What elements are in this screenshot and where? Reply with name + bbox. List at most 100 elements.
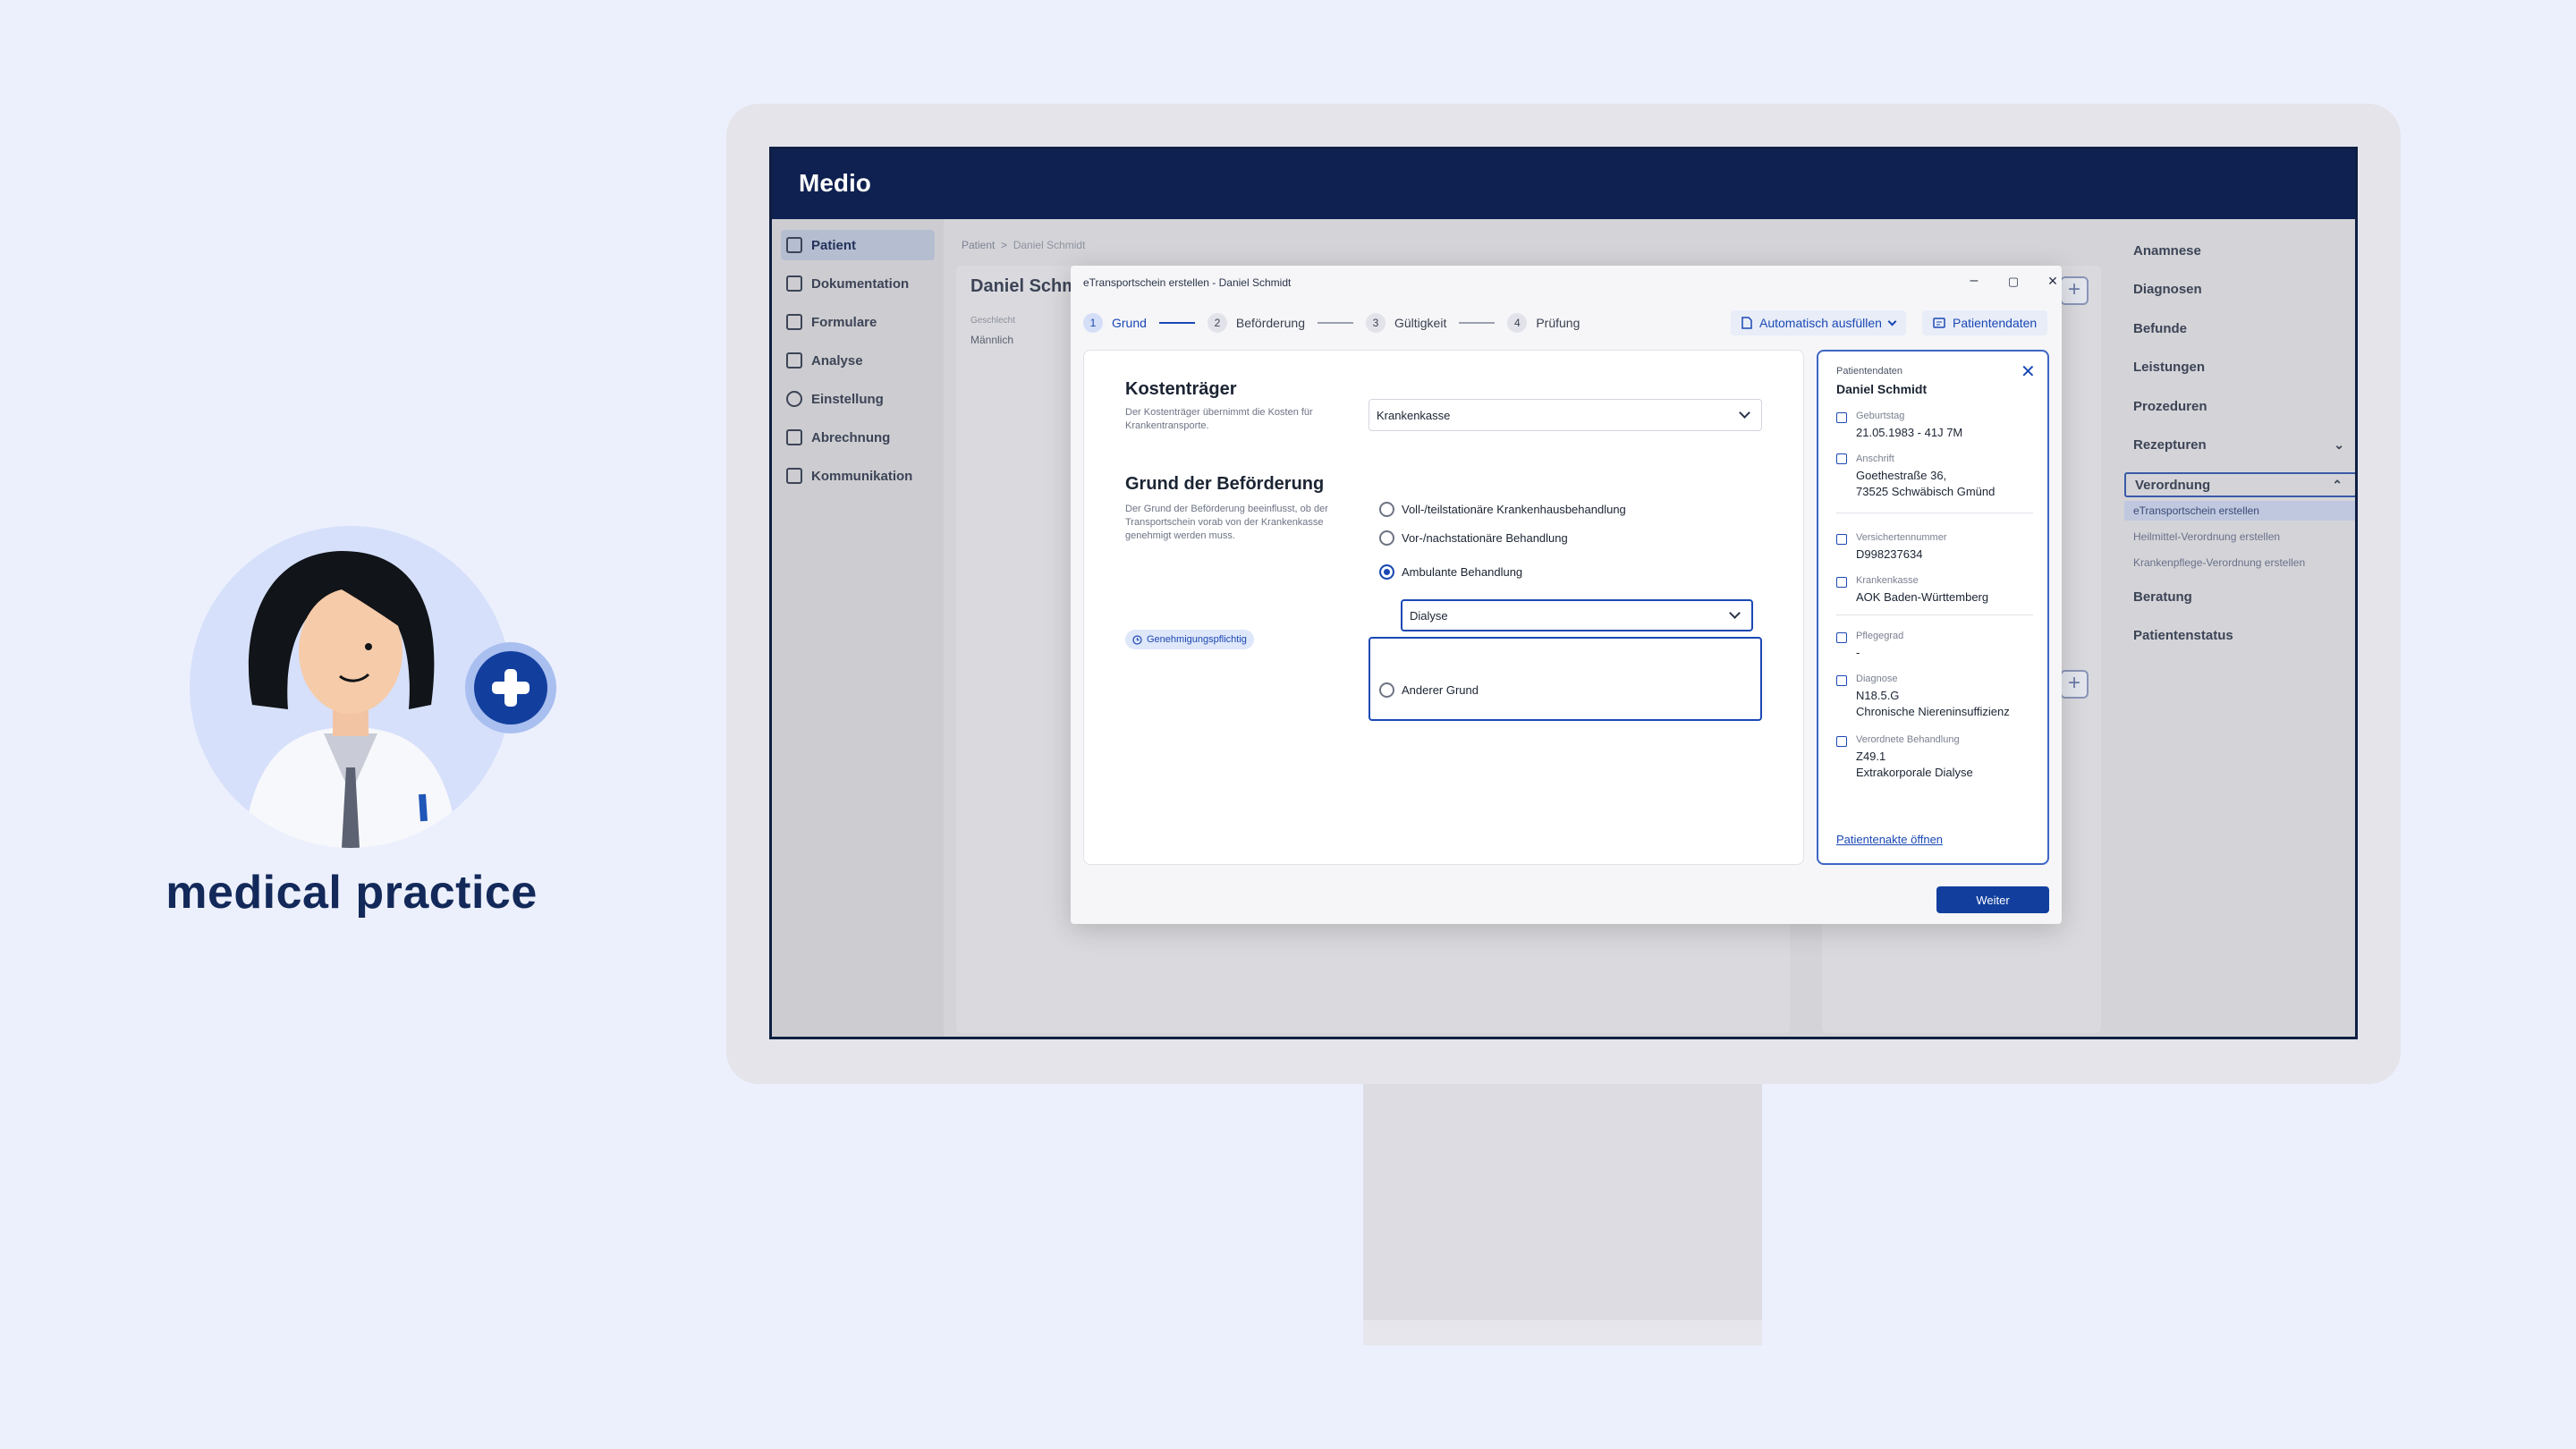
right-nav-leistungen[interactable]: Leistungen	[2124, 356, 2355, 379]
step-befoerderung[interactable]: 2 Beförderung	[1207, 313, 1305, 333]
add-icon[interactable]: +	[2060, 670, 2089, 699]
radio-voll-teilstationaer[interactable]: Voll-/teilstationäre Krankenhausbehandlu…	[1379, 499, 1626, 519]
address-street: Goethestraße 36,	[1856, 469, 1947, 482]
divider	[1836, 614, 2033, 615]
minimize-icon[interactable]: –	[1965, 273, 1983, 289]
monitor-stand	[1363, 1084, 1762, 1320]
maximize-icon[interactable]: ▢	[2004, 275, 2022, 289]
stethoscope-icon	[1836, 675, 1847, 686]
form-panel: Kostenträger Der Kostenträger übernimmt …	[1083, 350, 1804, 865]
birthday-value: 21.05.1983 - 41J 7M	[1856, 426, 1963, 439]
home-icon	[1836, 453, 1847, 464]
sidebar-item-formulare[interactable]: Formulare	[781, 307, 935, 337]
right-nav-sub-etransportschein[interactable]: eTransportschein erstellen	[2124, 501, 2355, 521]
radio-button[interactable]	[1379, 501, 1394, 517]
chart-icon	[786, 352, 802, 369]
close-icon[interactable]: ✕	[2021, 360, 2036, 383]
breadcrumb-current: Daniel Schmidt	[1013, 239, 1086, 251]
step-connector	[1317, 322, 1353, 324]
gender-value: Männlich	[970, 334, 1014, 346]
right-nav-patientenstatus[interactable]: Patientenstatus	[2124, 624, 2355, 648]
diagnosis-text: Chronische Niereninsuffizienz	[1856, 705, 2010, 718]
insurer-label: Krankenkasse	[1856, 575, 1919, 586]
persona-caption: medical practice	[165, 867, 538, 919]
right-nav-diagnosen[interactable]: Diagnosen	[2124, 278, 2355, 301]
treatment-code: Z49.1	[1856, 750, 1886, 763]
dialog-title: eTransportschein erstellen - Daniel Schm…	[1083, 276, 1292, 289]
step-gueltigkeit[interactable]: 3 Gültigkeit	[1365, 313, 1446, 333]
right-nav-prozeduren[interactable]: Prozeduren	[2124, 394, 2355, 418]
close-icon[interactable]: ✕	[2044, 274, 2062, 289]
gender-label: Geschlecht	[970, 316, 1016, 326]
sidebar-item-einstellung[interactable]: Einstellung	[781, 384, 935, 414]
medical-cross-badge	[465, 642, 556, 733]
id-card-icon	[1836, 534, 1847, 545]
etransport-dialog: eTransportschein erstellen - Daniel Schm…	[1071, 266, 2062, 924]
chevron-down-icon	[1887, 317, 1897, 326]
right-nav: Anamnese Diagnosen Befunde Leistungen Pr…	[2124, 239, 2355, 1037]
birthday-label: Geburtstag	[1856, 411, 1905, 421]
doctor-avatar	[190, 526, 512, 848]
kostentraeger-select[interactable]: Krankenkasse	[1368, 399, 1762, 431]
sidebar-item-abrechnung[interactable]: Abrechnung	[781, 422, 935, 453]
step-grund[interactable]: 1 Grund	[1083, 313, 1147, 333]
insurer-value: AOK Baden-Württemberg	[1856, 590, 1989, 604]
gear-icon	[786, 391, 802, 407]
step-connector	[1459, 322, 1496, 324]
step-connector	[1158, 322, 1195, 324]
radio-ambulant[interactable]: Ambulante Behandlung	[1379, 562, 1522, 581]
insurance-number-label: Versichertennummer	[1856, 532, 1947, 543]
right-nav-befunde[interactable]: Befunde	[2124, 317, 2355, 340]
next-button[interactable]: Weiter	[1936, 886, 2049, 913]
behandlung-select[interactable]: Dialyse	[1401, 599, 1753, 631]
document-icon	[786, 275, 802, 292]
chevron-up-icon: ⌃	[2332, 477, 2343, 492]
breadcrumb-root[interactable]: Patient	[962, 239, 995, 251]
autofill-button[interactable]: Automatisch ausfüllen	[1731, 310, 1906, 335]
radio-button[interactable]	[1379, 530, 1394, 546]
kostentraeger-desc: Der Kostenträger übernimmt die Kosten fü…	[1125, 407, 1313, 431]
radio-button-selected[interactable]	[1379, 564, 1394, 580]
doctor-illustration	[243, 551, 458, 848]
plus-cross-icon	[492, 669, 530, 707]
breadcrumb: Patient > Daniel Schmidt	[962, 239, 1085, 251]
patient-name-heading: Daniel Schm	[970, 276, 1079, 296]
step-pruefung[interactable]: 4 Prüfung	[1507, 313, 1580, 333]
care-level-label: Pflegegrad	[1856, 631, 1904, 641]
chevron-down-icon: ⌄	[2334, 437, 2344, 452]
radio-button[interactable]	[1379, 682, 1394, 698]
right-nav-beratung[interactable]: Beratung	[2124, 585, 2355, 608]
sidebar: Patient Dokumentation Formulare Analyse …	[772, 219, 944, 1037]
right-nav-sub-heilmittel[interactable]: Heilmittel-Verordnung erstellen	[2124, 527, 2355, 547]
address-label: Anschrift	[1856, 453, 1894, 464]
grund-desc: Der Grund der Beförderung beeinflusst, o…	[1125, 504, 1328, 541]
heart-hand-icon	[1836, 632, 1847, 643]
calendar-icon	[1836, 412, 1847, 423]
sidebar-item-kommunikation[interactable]: Kommunikation	[781, 461, 935, 491]
diagnosis-label: Diagnose	[1856, 674, 1898, 684]
chevron-down-icon	[1729, 607, 1741, 619]
right-nav-sub-krankenpflege[interactable]: Krankenpflege-Verordnung erstellen	[2124, 553, 2355, 572]
sidebar-item-patient[interactable]: Patient	[781, 230, 935, 260]
patient-data-panel: Patientendaten Daniel Schmidt ✕ Geburtst…	[1817, 350, 2049, 865]
monitor-stand-foot	[1363, 1320, 1762, 1345]
treatment-text: Extrakorporale Dialyse	[1856, 766, 1973, 779]
open-patient-record-link[interactable]: Patientenakte öffnen	[1836, 833, 1943, 846]
add-icon[interactable]: +	[2060, 276, 2089, 305]
document-icon	[1741, 317, 1752, 329]
radio-vor-nachstationaer[interactable]: Vor-/nachstationäre Behandlung	[1379, 528, 1568, 547]
radio-anderer-grund[interactable]: Anderer Grund	[1379, 680, 1479, 699]
breadcrumb-separator: >	[1001, 239, 1008, 251]
app-screen: Medio Patient Dokumentation Formulare An…	[769, 147, 2358, 1039]
right-nav-anamnese[interactable]: Anamnese	[2124, 239, 2355, 262]
sidebar-item-analyse[interactable]: Analyse	[781, 345, 935, 376]
patient-data-button[interactable]: Patientendaten	[1922, 310, 2048, 335]
right-nav-rezepturen[interactable]: Rezepturen ⌄	[2124, 434, 2355, 457]
sidebar-item-dokumentation[interactable]: Dokumentation	[781, 268, 935, 299]
address-city: 73525 Schwäbisch Gmünd	[1856, 485, 1996, 498]
right-nav-verordnung[interactable]: Verordnung ⌃	[2124, 472, 2355, 497]
clock-icon	[1132, 634, 1142, 645]
patient-panel-name: Daniel Schmidt	[1836, 382, 1928, 396]
clipboard-icon	[1836, 736, 1847, 747]
insurance-number-value: D998237634	[1856, 547, 1923, 561]
